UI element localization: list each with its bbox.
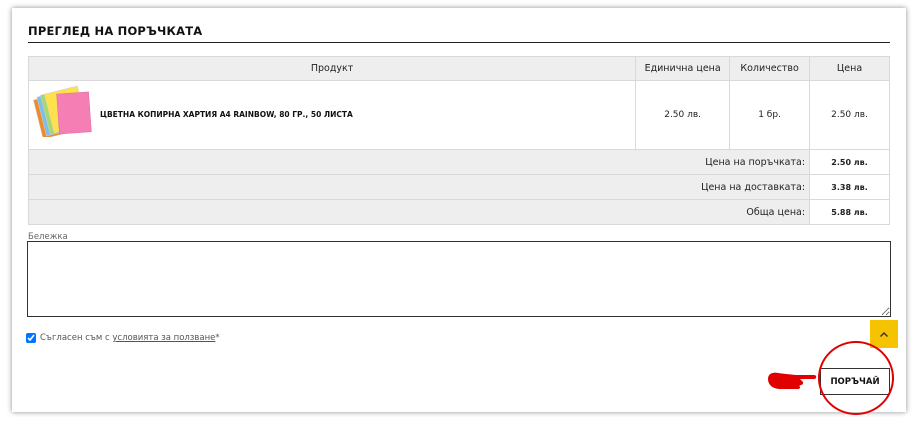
header-quantity: Количество: [729, 56, 811, 81]
chevron-up-icon: [880, 331, 888, 337]
order-total-label: Цена на поръчката:: [27, 149, 811, 175]
delivery-value: 3.38 лв.: [809, 174, 890, 200]
paper-stack-icon[interactable]: [33, 85, 95, 137]
quantity-cell: 1 бр.: [729, 80, 811, 150]
unit-price-cell: 2.50 лв.: [635, 80, 731, 150]
section-title: ПРЕГЛЕД НА ПОРЪЧКАТА: [28, 24, 203, 38]
required-mark: *: [215, 333, 220, 343]
terms-text: Съгласен съм с условията за ползване*: [40, 333, 220, 343]
delivery-label: Цена на доставката:: [27, 174, 811, 200]
header-product: Продукт: [27, 56, 637, 81]
place-order-button[interactable]: ПОРЪЧАЙ: [820, 368, 890, 395]
grand-total-label: Обща цена:: [27, 199, 811, 225]
terms-link[interactable]: условията за ползване: [112, 333, 215, 343]
order-table: Продукт Единична цена Количество Цена ЦВ…: [27, 56, 890, 225]
order-review-panel: ПРЕГЛЕД НА ПОРЪЧКАТА Продукт Единична це…: [12, 8, 906, 415]
title-divider: [28, 42, 890, 43]
header-price: Цена: [809, 56, 890, 81]
grand-total-row: Обща цена: 5.88 лв.: [27, 199, 890, 225]
product-cell: ЦВЕТНА КОПИРНА ХАРТИЯ A4 RAINBOW, 80 ГР.…: [27, 80, 637, 150]
note-textarea[interactable]: [27, 241, 891, 317]
table-row: ЦВЕТНА КОПИРНА ХАРТИЯ A4 RAINBOW, 80 ГР.…: [27, 80, 890, 150]
terms-checkbox[interactable]: [26, 333, 36, 343]
terms-agreement: Съгласен съм с условията за ползване*: [26, 333, 220, 343]
table-header-row: Продукт Единична цена Количество Цена: [27, 56, 890, 81]
price-cell: 2.50 лв.: [809, 80, 890, 150]
delivery-row: Цена на доставката: 3.38 лв.: [27, 174, 890, 200]
pointing-hand-icon: [768, 372, 817, 389]
order-total-row: Цена на поръчката: 2.50 лв.: [27, 149, 890, 175]
scroll-to-top-button[interactable]: [870, 320, 898, 348]
order-total-value: 2.50 лв.: [809, 149, 890, 175]
grand-total-value: 5.88 лв.: [809, 199, 890, 225]
product-name[interactable]: ЦВЕТНА КОПИРНА ХАРТИЯ A4 RAINBOW, 80 ГР.…: [100, 110, 353, 119]
header-unit-price: Единична цена: [635, 56, 731, 81]
